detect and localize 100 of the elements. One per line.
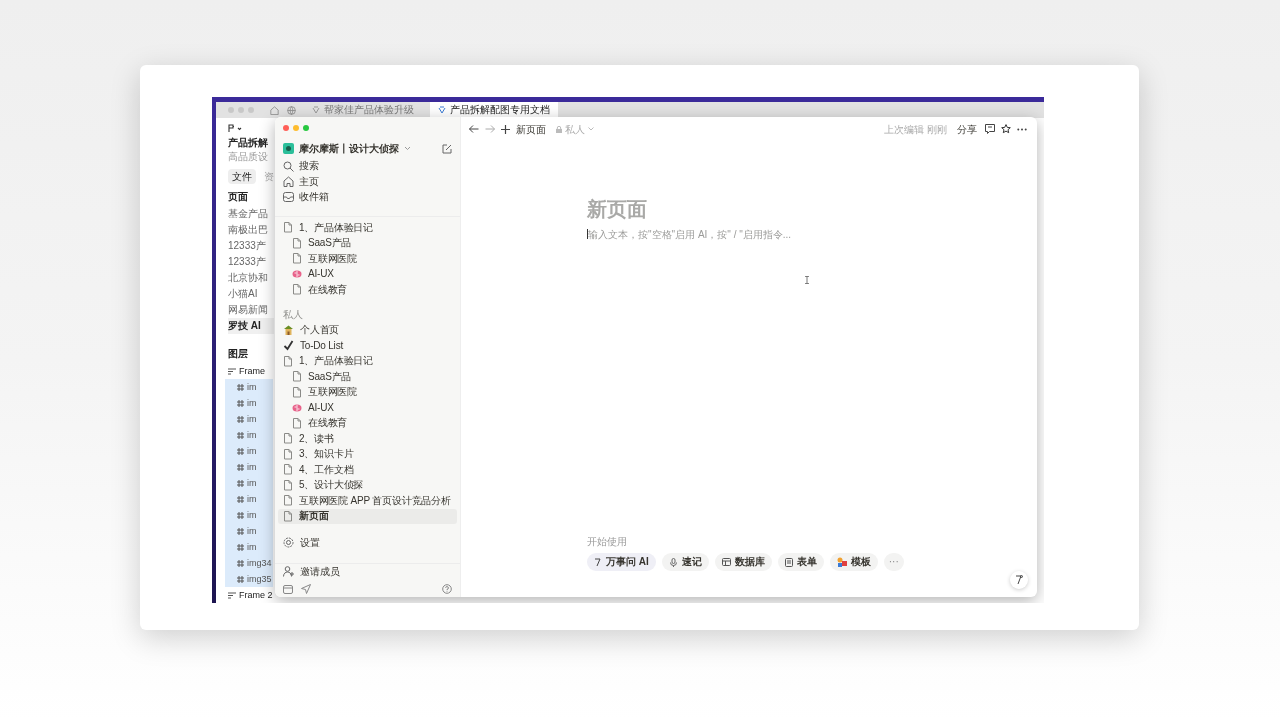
- sidebar-page-item[interactable]: AI-UX: [278, 400, 457, 416]
- layer-row[interactable]: im: [225, 539, 273, 555]
- layer-row[interactable]: im: [225, 427, 273, 443]
- sidebar-page-item[interactable]: 个人首页: [278, 322, 457, 339]
- shapes-icon: [836, 557, 847, 567]
- page-list-item[interactable]: 罗技 AI: [228, 318, 274, 334]
- send-icon[interactable]: [301, 584, 311, 595]
- brain-icon: [292, 402, 302, 413]
- section-heading: 页面: [228, 190, 248, 204]
- quick-action-button[interactable]: 速记: [661, 553, 709, 571]
- more-icon[interactable]: [1017, 127, 1027, 131]
- ai-spark-icon: [1015, 575, 1023, 585]
- workspace-name[interactable]: 摩尔摩斯丨设计大侦探: [299, 141, 399, 157]
- panel-tab[interactable]: 文件: [228, 169, 256, 184]
- breadcrumb-title[interactable]: 新页面: [516, 121, 546, 137]
- document-icon: [283, 448, 293, 460]
- sidebar-page-item[interactable]: AI-UX: [278, 266, 457, 283]
- sidebar-nav-item[interactable]: 设置: [300, 537, 320, 548]
- sidebar-page-item[interactable]: 1、产品体验日记: [278, 220, 457, 236]
- star-icon[interactable]: [1001, 124, 1011, 134]
- page-list-item[interactable]: 基金产品: [228, 206, 274, 222]
- sidebar-page-item[interactable]: 互联网医院: [278, 384, 457, 401]
- sidebar-page-item[interactable]: 5、设计大侦探: [278, 477, 457, 494]
- quick-action-button[interactable]: 模板: [829, 553, 878, 571]
- sidebar-page-item[interactable]: 2、读书: [278, 431, 457, 447]
- layer-row[interactable]: im: [225, 523, 273, 539]
- chevron-down-icon[interactable]: [588, 127, 594, 131]
- inbox-icon: [283, 192, 294, 203]
- document-icon: [283, 510, 293, 522]
- calendar-icon[interactable]: [283, 584, 293, 595]
- tab-logo-icon: [438, 106, 446, 114]
- back-arrow-icon[interactable]: [469, 125, 479, 133]
- layer-row[interactable]: im: [225, 475, 273, 491]
- sidebar-page-item[interactable]: SaaS产品: [278, 369, 457, 385]
- file-subtitle: 高品质设: [228, 150, 268, 164]
- home-icon[interactable]: [270, 105, 279, 115]
- sidebar-page-item[interactable]: 在线教育: [278, 415, 457, 432]
- sidebar-page-item[interactable]: 3、知识卡片: [278, 446, 457, 463]
- document-icon: [292, 371, 302, 383]
- layer-row[interactable]: im: [225, 411, 273, 427]
- add-icon[interactable]: [501, 124, 510, 134]
- text-cursor: [587, 229, 588, 239]
- microphone-icon: [668, 557, 678, 567]
- page-list-item[interactable]: 南极出巴: [228, 222, 274, 238]
- layer-row[interactable]: im: [225, 379, 273, 395]
- layer-row[interactable]: Frame 2: [225, 587, 273, 603]
- page-list-item[interactable]: 北京协和: [228, 270, 274, 286]
- grid-icon: [237, 399, 244, 407]
- page-list-item[interactable]: 小猫AI: [228, 286, 274, 302]
- page-list-item[interactable]: 网易新闻: [228, 302, 274, 318]
- sidebar-nav-item[interactable]: 主页: [299, 176, 319, 187]
- layer-row[interactable]: im: [225, 395, 273, 411]
- quick-action-button[interactable]: 数据库: [714, 553, 772, 571]
- quick-action-button[interactable]: 表单: [777, 553, 824, 571]
- sidebar-nav-item[interactable]: 收件箱: [299, 192, 329, 203]
- sidebar-page-item[interactable]: 互联网医院: [278, 251, 457, 267]
- layer-row[interactable]: im: [225, 459, 273, 475]
- sidebar-nav-item[interactable]: 搜索: [299, 161, 319, 172]
- invite-members-link[interactable]: 邀请成员: [300, 566, 340, 577]
- sidebar-page-item[interactable]: 4、工作文档: [278, 462, 457, 478]
- new-page-icon[interactable]: [442, 143, 452, 154]
- lock-icon: [556, 125, 562, 133]
- grid-icon: [237, 463, 244, 471]
- quick-action-button[interactable]: 万事问 AI: [587, 553, 656, 571]
- share-button[interactable]: 分享: [957, 121, 977, 137]
- frame-icon: [228, 591, 236, 599]
- forward-arrow-icon[interactable]: [485, 125, 495, 133]
- help-icon[interactable]: [442, 584, 452, 595]
- globe-icon[interactable]: [287, 105, 296, 115]
- layer-row[interactable]: im: [225, 507, 273, 523]
- comment-icon[interactable]: [985, 124, 995, 134]
- sidebar-page-item[interactable]: 1、产品体验日记: [278, 353, 457, 370]
- table-icon: [721, 558, 731, 566]
- tab-logo-icon: [312, 106, 320, 114]
- layer-row[interactable]: Frame: [225, 363, 273, 379]
- app-logo-icon: [228, 124, 242, 133]
- layer-row[interactable]: img34: [225, 555, 273, 571]
- grid-icon: [237, 559, 244, 567]
- check-icon: [283, 340, 294, 352]
- browser-tab[interactable]: 产品拆解配图专用文档: [430, 102, 558, 118]
- browser-tab[interactable]: 帮家佳产品体验升级: [304, 102, 422, 118]
- chevron-down-icon[interactable]: [404, 146, 411, 152]
- sidebar-page-item[interactable]: 互联网医院 APP 首页设计竞品分析: [278, 493, 457, 509]
- layer-row[interactable]: im: [225, 491, 273, 507]
- document-icon: [292, 253, 302, 265]
- grid-icon: [237, 431, 244, 439]
- page-list-item[interactable]: 12333产: [228, 238, 274, 254]
- grid-icon: [237, 447, 244, 455]
- sidebar-page-item[interactable]: 在线教育: [278, 282, 457, 298]
- sidebar-page-item[interactable]: 新页面: [278, 508, 457, 525]
- ai-spark-icon: [594, 557, 602, 567]
- person-icon: [283, 566, 294, 578]
- brain-icon: [292, 269, 302, 280]
- ai-assistant-button[interactable]: [1010, 571, 1028, 589]
- layer-row[interactable]: img35: [225, 571, 273, 587]
- sidebar-page-item[interactable]: To-Do List: [278, 338, 457, 354]
- sidebar-page-item[interactable]: SaaS产品: [278, 235, 457, 252]
- page-list-item[interactable]: 12333产: [228, 254, 274, 270]
- document-icon: [292, 237, 302, 249]
- layer-row[interactable]: im: [225, 443, 273, 459]
